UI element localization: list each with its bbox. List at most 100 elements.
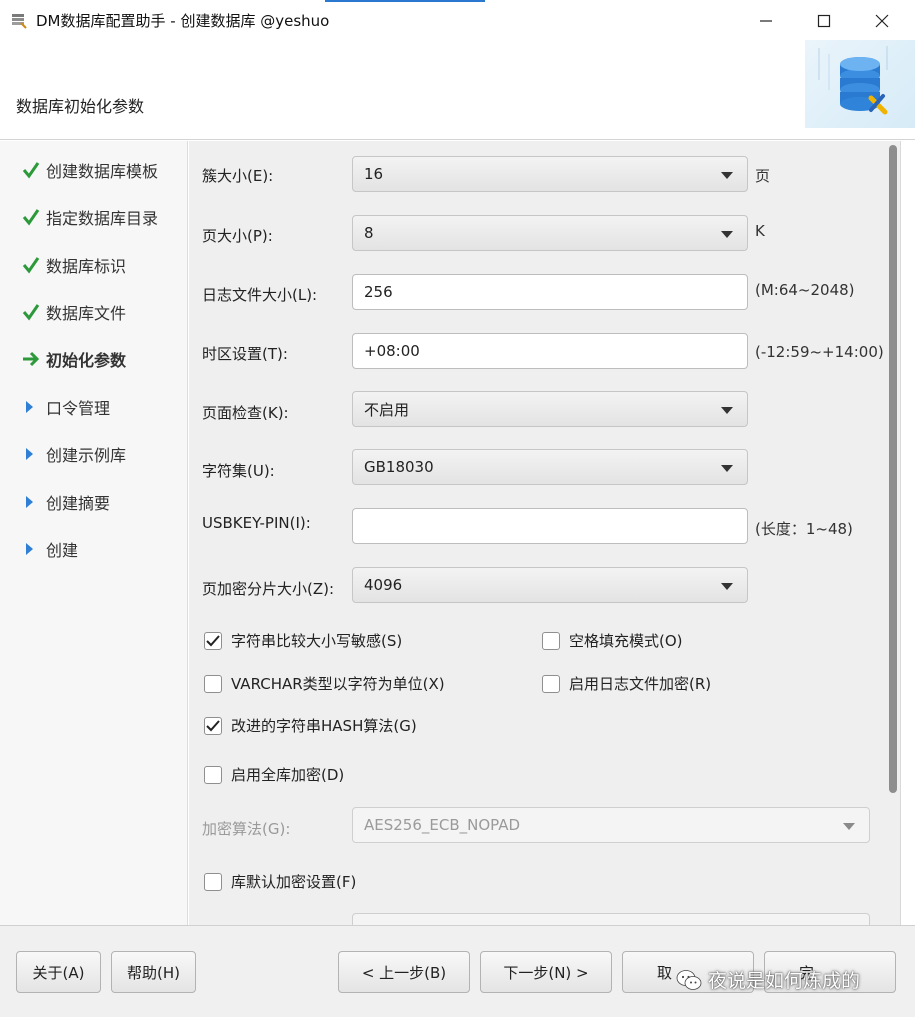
log-size-hint: (M:64~2048) [755, 281, 855, 299]
page-size-label: 页大小(P): [202, 227, 273, 245]
step-label: 创建示例库 [46, 446, 127, 465]
chevron-down-icon [721, 231, 733, 238]
time-zone-hint: (-12:59~+14:00) [755, 343, 884, 361]
full-encrypt-checkbox[interactable]: 启用全库加密(D) [204, 764, 344, 785]
check-icon [22, 209, 40, 226]
log-size-input[interactable]: 256 [352, 274, 748, 310]
blank-pad-size-label: 页加密分片大小(Z): [202, 580, 335, 598]
step-init-params: 初始化参数 [22, 347, 126, 371]
step-label: 初始化参数 [46, 351, 127, 370]
page-size-unit: K [755, 222, 765, 240]
checkbox-label: 字符串比较大小写敏感(S) [231, 632, 403, 650]
blank-pad-size-value: 4096 [364, 576, 403, 594]
length-in-char-checkbox[interactable]: VARCHAR类型以字符为单位(X) [204, 673, 445, 694]
check-icon [22, 162, 40, 179]
checkbox-label: 空格填充模式(O) [569, 632, 683, 650]
maximize-button[interactable] [802, 6, 846, 36]
extent-size-select[interactable]: 16 [352, 156, 748, 192]
checkbox-box[interactable] [204, 872, 222, 891]
usbkey-pin-label: USBKEY-PIN(I): [202, 514, 311, 532]
maximize-icon [817, 14, 831, 28]
chevron-down-icon [721, 172, 733, 179]
database-stack-icon [818, 46, 888, 115]
close-button[interactable] [860, 6, 904, 36]
extent-size-label: 簇大小(E): [202, 167, 274, 185]
encrypt-algorithm-value: AES256_ECB_NOPAD [364, 816, 521, 834]
watermark-text: 夜说是如何炼成的 [708, 970, 861, 992]
charset-value: GB18030 [364, 458, 434, 476]
checkmark-icon [206, 719, 220, 731]
log-size-label: 日志文件大小(L): [202, 286, 318, 304]
title-accent-line [325, 0, 485, 2]
charset-select[interactable]: GB18030 [352, 449, 748, 485]
vertical-scrollbar[interactable] [886, 141, 900, 925]
step-label: 口令管理 [46, 399, 111, 418]
init-params-form: 簇大小(E): 16 页 页大小(P): 8 K 日志文件大小(L): 256 … [189, 141, 886, 925]
minimize-icon [760, 20, 772, 22]
hash-algorithm-checkbox[interactable]: 改进的字符串HASH算法(G) [204, 715, 417, 736]
cancel-button-label: 取 [657, 963, 673, 982]
check-icon [22, 304, 40, 321]
partial-hidden-field[interactable] [352, 913, 870, 925]
step-label: 指定数据库目录 [46, 209, 159, 228]
about-button[interactable]: 关于(A) [16, 951, 101, 993]
triangle-right-icon [26, 543, 33, 555]
page-size-select[interactable]: 8 [352, 215, 748, 251]
encrypt-algorithm-label: 加密算法(G): [202, 820, 291, 838]
watermark: 夜说是如何炼成的 [676, 966, 860, 993]
arrow-right-icon [23, 351, 40, 367]
window-edge [900, 141, 915, 925]
page-size-value: 8 [364, 224, 374, 242]
checkbox-box[interactable] [204, 631, 222, 650]
database-wrench-icon [12, 14, 27, 29]
case-sensitive-checkbox[interactable]: 字符串比较大小写敏感(S) [204, 630, 402, 651]
page-check-select[interactable]: 不启用 [352, 391, 748, 427]
prev-button[interactable]: < 上一步(B) [338, 951, 470, 993]
blank-pad-size-select[interactable]: 4096 [352, 567, 748, 603]
header-banner [805, 40, 915, 128]
minimize-button[interactable] [744, 6, 788, 36]
charset-label: 字符集(U): [202, 462, 275, 480]
step-label: 创建数据库模板 [46, 162, 159, 181]
help-button[interactable]: 帮助(H) [111, 951, 196, 993]
step-db-identifier: 数据库标识 [22, 253, 126, 277]
triangle-right-icon [26, 496, 33, 508]
scrollbar-thumb[interactable] [889, 145, 897, 793]
checkbox-box[interactable] [204, 765, 222, 784]
triangle-right-icon [26, 448, 33, 460]
page-check-label: 页面检查(K): [202, 404, 289, 422]
log-encrypt-checkbox[interactable]: 启用日志文件加密(R) [542, 673, 711, 694]
encrypt-algorithm-select[interactable]: AES256_ECB_NOPAD [352, 807, 870, 843]
blank-pad-mode-checkbox[interactable]: 空格填充模式(O) [542, 630, 683, 651]
step-label: 创建 [46, 541, 79, 560]
next-button[interactable]: 下一步(N) > [480, 951, 612, 993]
chevron-down-icon [721, 407, 733, 414]
window-title: DM数据库配置助手 - 创建数据库 @yeshuo [36, 12, 330, 30]
page-title: 数据库初始化参数 [16, 97, 145, 116]
time-zone-input[interactable]: +08:00 [352, 333, 748, 369]
chevron-down-icon [721, 583, 733, 590]
checkbox-box[interactable] [204, 674, 222, 693]
checkbox-label: VARCHAR类型以字符为单位(X) [231, 675, 445, 693]
step-summary: 创建摘要 [22, 490, 110, 514]
step-create-template: 创建数据库模板 [22, 158, 158, 182]
usbkey-pin-hint: (长度：1~48) [755, 520, 853, 538]
checkbox-label: 启用全库加密(D) [231, 766, 345, 784]
close-icon [875, 14, 889, 28]
checkbox-box[interactable] [204, 716, 222, 735]
time-zone-label: 时区设置(T): [202, 345, 288, 363]
checkbox-box[interactable] [542, 631, 560, 650]
log-size-value: 256 [364, 283, 393, 301]
checkbox-label: 启用日志文件加密(R) [569, 675, 712, 693]
checkbox-box[interactable] [542, 674, 560, 693]
step-label: 创建摘要 [46, 494, 111, 513]
usbkey-pin-input[interactable] [352, 508, 748, 544]
chevron-down-icon [843, 823, 855, 830]
chevron-down-icon [721, 465, 733, 472]
extent-size-unit: 页 [755, 167, 771, 185]
step-db-files: 数据库文件 [22, 300, 126, 324]
default-encrypt-checkbox[interactable]: 库默认加密设置(F) [204, 871, 356, 892]
check-icon [22, 257, 40, 274]
triangle-right-icon [26, 401, 33, 413]
checkbox-label: 库默认加密设置(F) [231, 873, 357, 891]
